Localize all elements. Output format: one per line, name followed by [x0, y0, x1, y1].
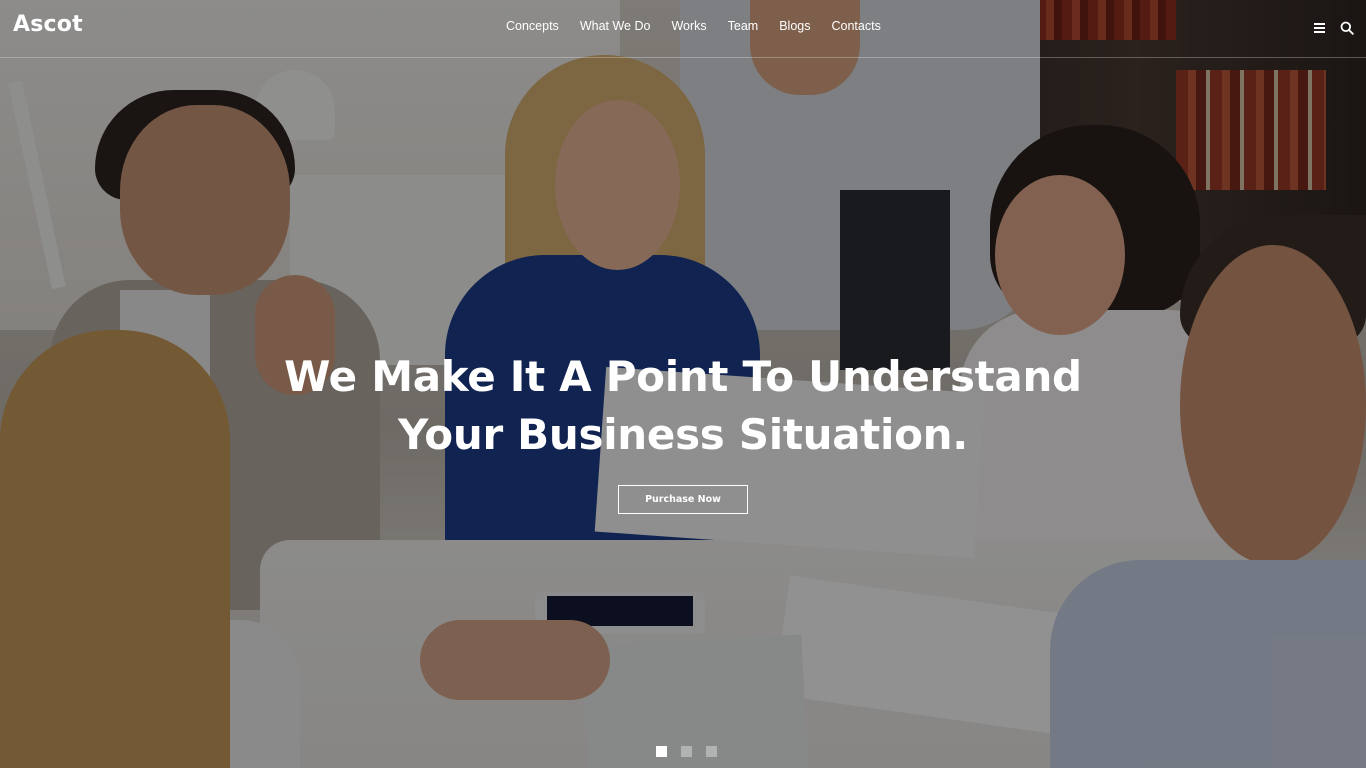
site-logo[interactable]: Ascot [13, 12, 83, 37]
slider-pagination [656, 746, 717, 757]
slider-dot-3[interactable] [706, 746, 717, 757]
header-icons [1313, 20, 1354, 35]
nav-item-works[interactable]: Works [671, 19, 706, 33]
nav-item-what-we-do[interactable]: What We Do [580, 19, 651, 33]
nav-item-concepts[interactable]: Concepts [506, 19, 559, 33]
search-icon[interactable] [1340, 20, 1354, 35]
hero-section: Ascot Concepts What We Do Works Team Blo… [0, 0, 1366, 768]
nav-item-contacts[interactable]: Contacts [831, 19, 880, 33]
hero-headline: We Make It A Point To Understand Your Bu… [0, 348, 1366, 464]
purchase-now-button[interactable]: Purchase Now [618, 485, 748, 514]
site-header: Ascot Concepts What We Do Works Team Blo… [0, 0, 1366, 58]
slider-dot-1[interactable] [656, 746, 667, 757]
slider-dot-2[interactable] [681, 746, 692, 757]
hero-headline-line1: We Make It A Point To Understand [284, 352, 1082, 401]
main-nav: Concepts What We Do Works Team Blogs Con… [506, 19, 881, 33]
menu-icon[interactable] [1313, 20, 1327, 34]
nav-item-team[interactable]: Team [728, 19, 759, 33]
nav-item-blogs[interactable]: Blogs [779, 19, 810, 33]
hero-headline-line2: Your Business Situation. [398, 410, 968, 459]
